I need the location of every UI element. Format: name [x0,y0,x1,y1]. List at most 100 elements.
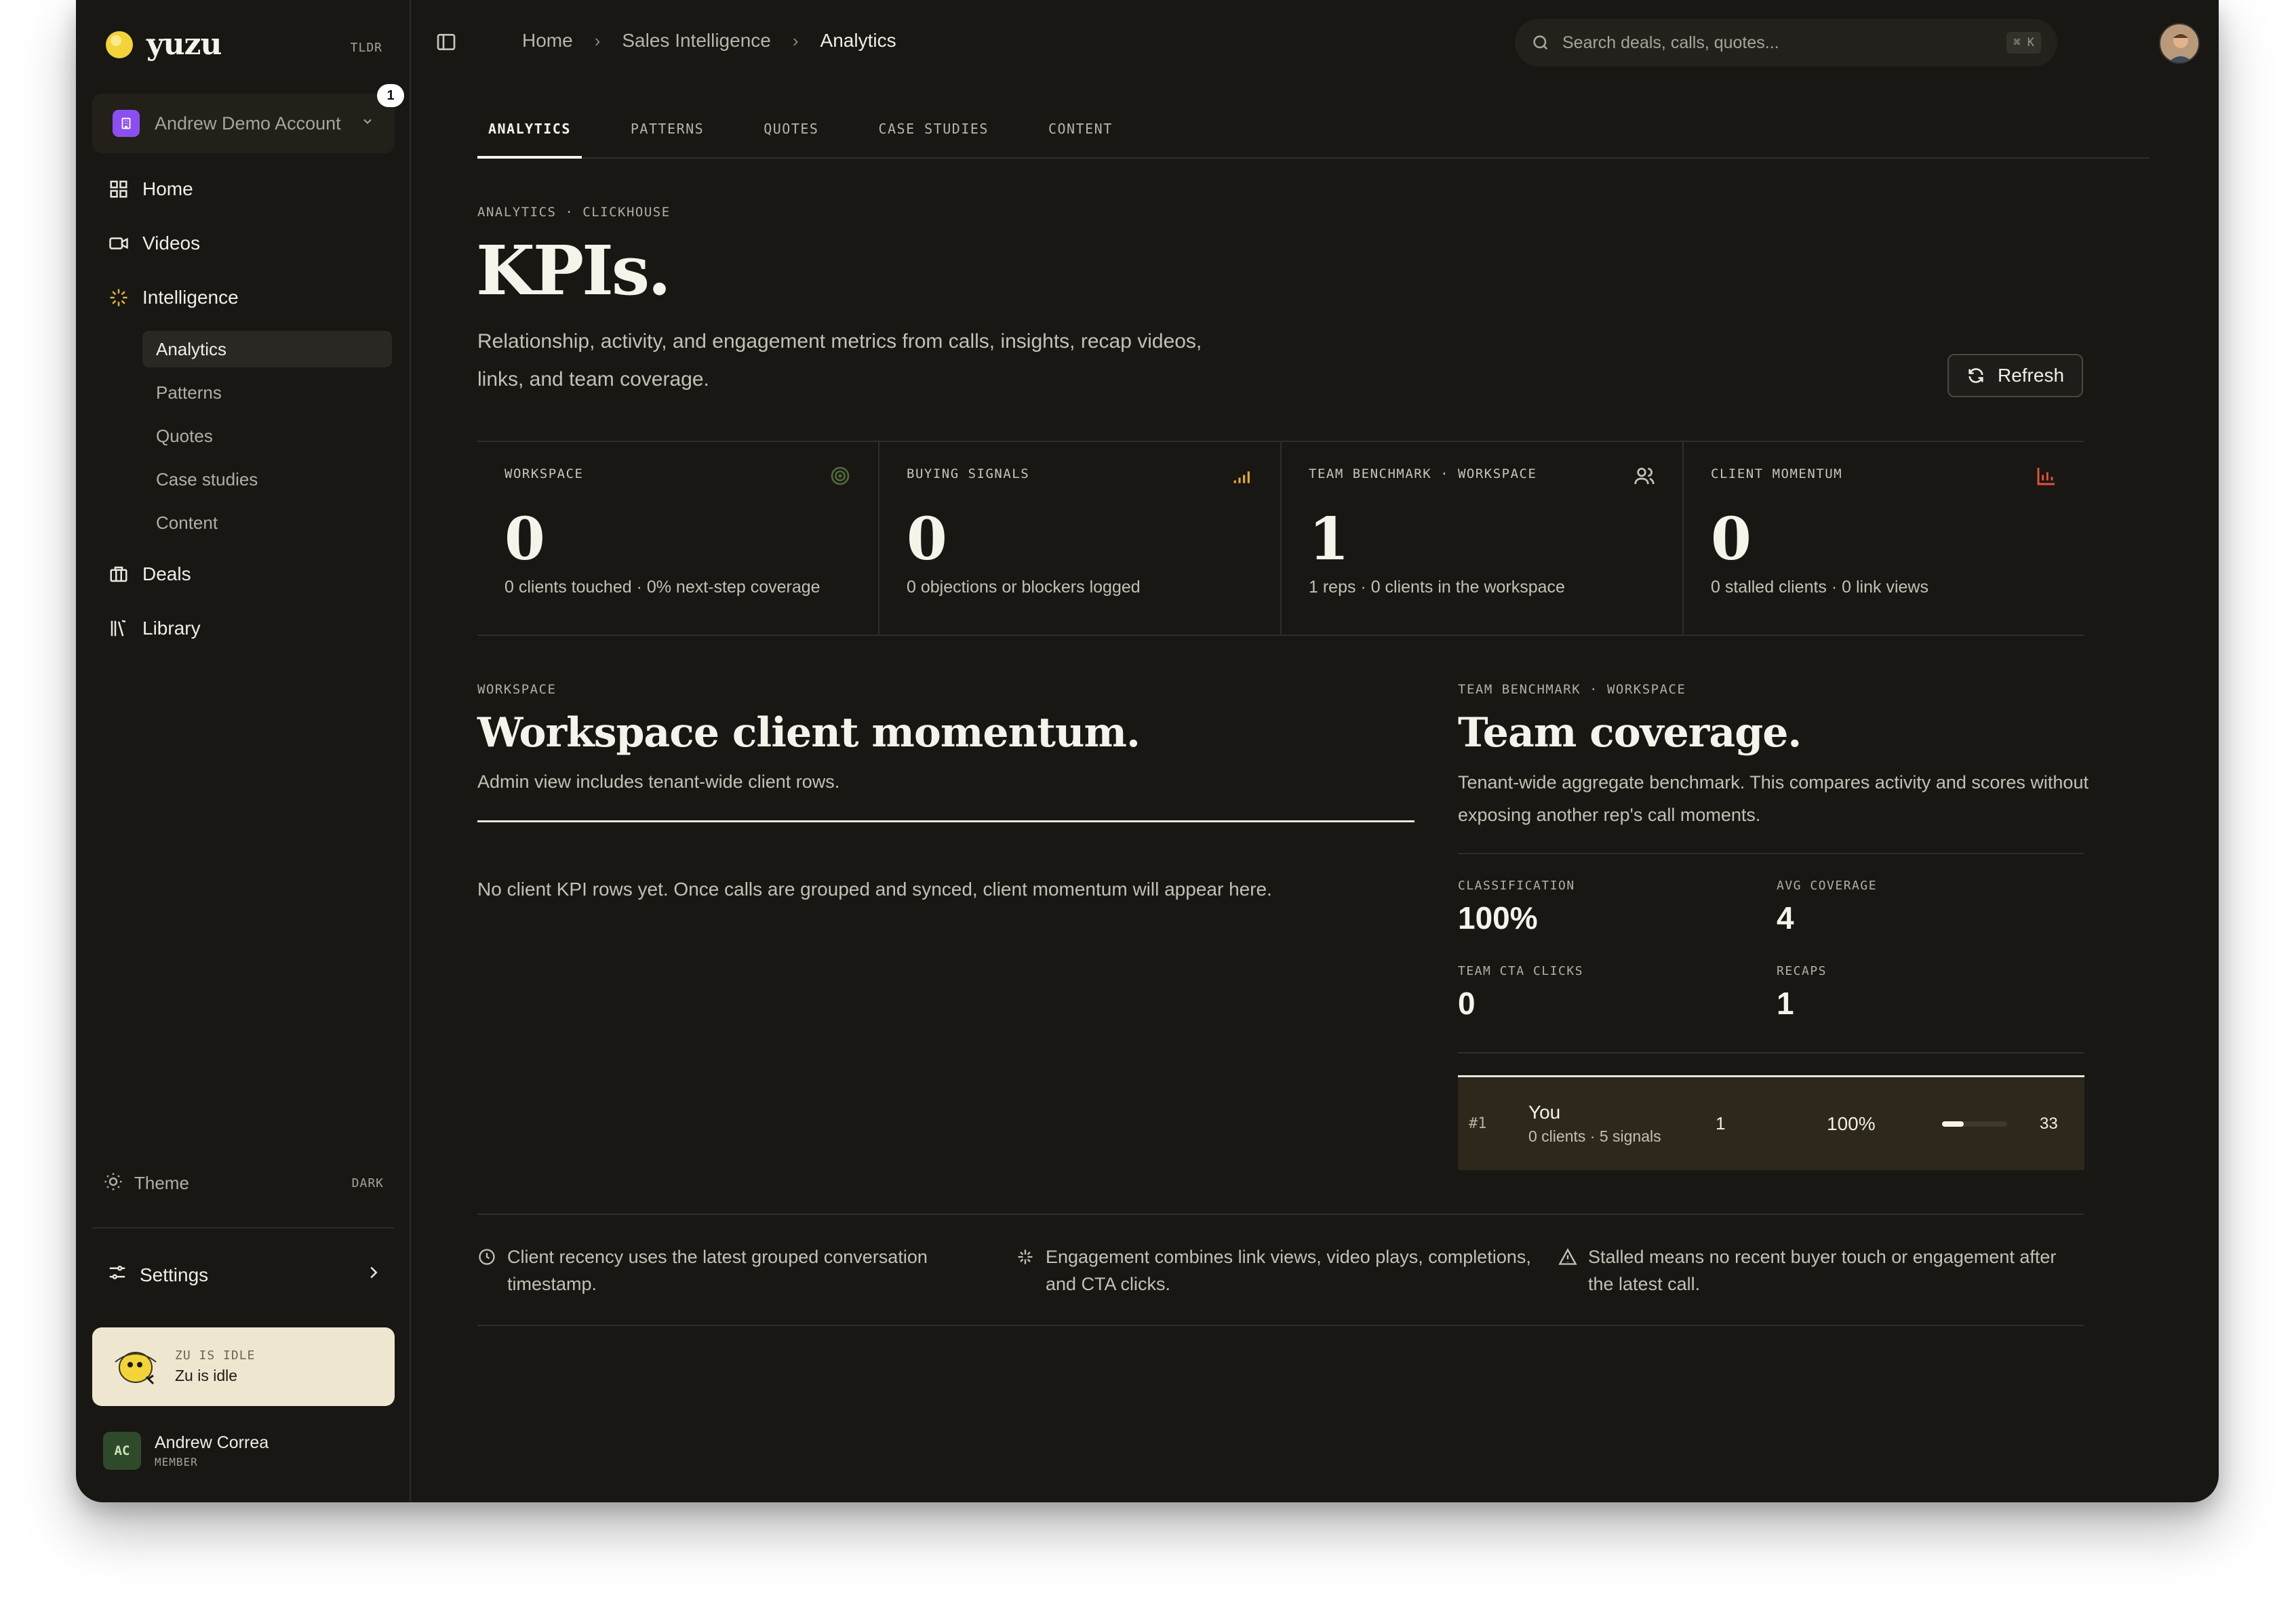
stat-label: AVG COVERAGE [1777,879,1878,893]
team-description: Tenant-wide aggregate benchmark. This co… [1458,772,2089,825]
kpi-label: WORKSPACE [504,466,584,481]
workspace-title: Workspace client momentum. [477,709,1141,757]
team-eyebrow: TEAM BENCHMARK · WORKSPACE [1458,682,1686,697]
bar-chart-icon [2037,468,2055,485]
briefcase-icon [107,563,130,586]
footnotes: Client recency uses the latest grouped c… [477,1214,2084,1326]
account-switcher[interactable]: Andrew Demo Account 1 [92,84,404,153]
target-icon [831,466,850,485]
tab-content[interactable]: CONTENT [1037,114,1124,159]
kpi-cards: WORKSPACE 0 0 clients touched · 0% next-… [477,441,2084,636]
warning-icon [1558,1248,1577,1265]
kpi-label: BUYING SIGNALS [907,466,1030,481]
app-window: yuzu TLDR Andrew Demo Account 1 Home Vid… [76,0,2219,1502]
video-camera-icon [107,232,130,255]
sidebar-item-intelligence[interactable]: Intelligence [107,286,239,309]
kpi-subtext: 1 reps · 0 clients in the workspace [1309,578,1565,597]
stat-recaps: RECAPS 1 [1777,964,1827,1022]
stat-label: TEAM CTA CLICKS [1458,964,1584,978]
brand[interactable]: yuzu [106,27,222,62]
sidebar-item-home[interactable]: Home [107,178,193,201]
search-icon [1533,35,1548,50]
stat-label: CLASSIFICATION [1458,879,1575,893]
user-name: Andrew Correa [155,1433,269,1452]
footnote-text: Client recency uses the latest grouped c… [507,1247,928,1294]
kpi-value: 1 [1309,505,1349,574]
profile-avatar[interactable] [2159,23,2200,64]
chevron-right-icon [363,1262,384,1287]
team-member: You 0 clients · 5 signals [1528,1102,1716,1146]
panel-left-icon [437,34,456,50]
user-role: MEMBER [155,1456,198,1468]
team-divider [1458,1052,2084,1054]
sidebar-item-deals[interactable]: Deals [107,563,191,586]
team-rank: #1 [1469,1115,1487,1132]
sidebar-subitem-analytics[interactable]: Analytics [142,331,392,367]
user-avatar: AC [103,1432,141,1470]
sidebar-item-library[interactable]: Library [107,617,201,640]
breadcrumb-home[interactable]: Home [522,30,573,52]
stat-classification: CLASSIFICATION 100% [1458,879,1575,936]
sidebar-item-label: Home [142,178,193,199]
kpi-value: 0 [1711,505,1751,574]
sidebar-subitem-patterns[interactable]: Patterns [142,374,392,411]
sidebar-subitem-quotes[interactable]: Quotes [142,418,392,454]
tldr-toggle[interactable]: TLDR [351,41,382,55]
breadcrumb-analytics: Analytics [820,30,896,51]
tab-patterns[interactable]: PATTERNS [620,114,715,159]
breadcrumb: Home › Sales Intelligence › Analytics [522,30,896,52]
search-shortcut: ⌘ K [2006,32,2041,54]
page-description: Relationship, activity, and engagement m… [477,330,1202,390]
workspace-description: Admin view includes tenant-wide client r… [477,771,840,792]
score-bar [1942,1121,2007,1127]
zu-assistant-card[interactable]: ZU IS IDLE Zu is idle [92,1327,395,1406]
search-input[interactable] [1562,33,1995,53]
section-tabs: ANALYTICS PATTERNS QUOTES CASE STUDIES C… [477,114,2150,159]
theme-toggle[interactable]: Theme DARK [103,1171,384,1195]
account-name: Andrew Demo Account [155,113,341,134]
team-coverage-percent: 100% [1827,1112,1876,1134]
footnote-text: Stalled means no recent buyer touch or e… [1588,1247,2057,1294]
team-divider [1458,853,2084,854]
footnote-recency: Client recency uses the latest grouped c… [477,1243,1016,1325]
tab-analytics[interactable]: ANALYTICS [477,114,582,159]
search-bar[interactable]: ⌘ K [1515,19,2057,66]
theme-label: Theme [134,1173,189,1193]
kpi-subtext: 0 clients touched · 0% next-step coverag… [504,578,820,597]
kpi-value: 0 [504,505,545,574]
refresh-icon [1968,368,1983,383]
kpi-card-team-benchmark: TEAM BENCHMARK · WORKSPACE 1 1 reps · 0 … [1282,442,1684,635]
page-title: KPIs. [476,230,671,310]
settings-button[interactable]: Settings [107,1262,384,1287]
team-reps: 1 [1716,1113,1726,1134]
sidebar-item-label: Library [142,618,201,639]
zu-mascot-icon [110,1343,161,1390]
yuzu-logo-icon [106,31,133,58]
kpi-label: CLIENT MOMENTUM [1711,466,1843,481]
sidebar-subitem-case-studies[interactable]: Case studies [142,461,392,498]
kpi-value: 0 [907,505,947,574]
workspace-divider [477,820,1414,822]
user-profile[interactable]: AC Andrew Correa MEMBER [103,1432,269,1470]
tab-quotes[interactable]: QUOTES [753,114,829,159]
sliders-icon [107,1262,127,1287]
theme-value: DARK [351,1176,384,1190]
breadcrumb-sales-intelligence[interactable]: Sales Intelligence [622,30,770,52]
library-icon [107,617,130,640]
table-row[interactable]: #1 You 0 clients · 5 signals 1 100% 33 [1458,1075,2084,1170]
stat-avg-coverage: AVG COVERAGE 4 [1777,879,1877,936]
sparkle-icon [1018,1249,1033,1264]
kpi-label: TEAM BENCHMARK · WORKSPACE [1309,466,1537,481]
zu-status: ZU IS IDLE [175,1348,256,1363]
clock-icon [479,1249,495,1265]
sidebar-subitem-content[interactable]: Content [142,504,392,541]
tab-case-studies[interactable]: CASE STUDIES [867,114,999,159]
refresh-button[interactable]: Refresh [1947,354,2083,397]
chevron-right-icon: › [594,30,601,51]
kpi-subtext: 0 stalled clients · 0 link views [1711,578,1928,597]
refresh-label: Refresh [1997,365,2065,386]
score-bar-fill [1942,1121,1964,1127]
sidebar-item-videos[interactable]: Videos [107,232,200,255]
sidebar-toggle-button[interactable] [435,31,457,53]
users-icon [1634,468,1655,485]
